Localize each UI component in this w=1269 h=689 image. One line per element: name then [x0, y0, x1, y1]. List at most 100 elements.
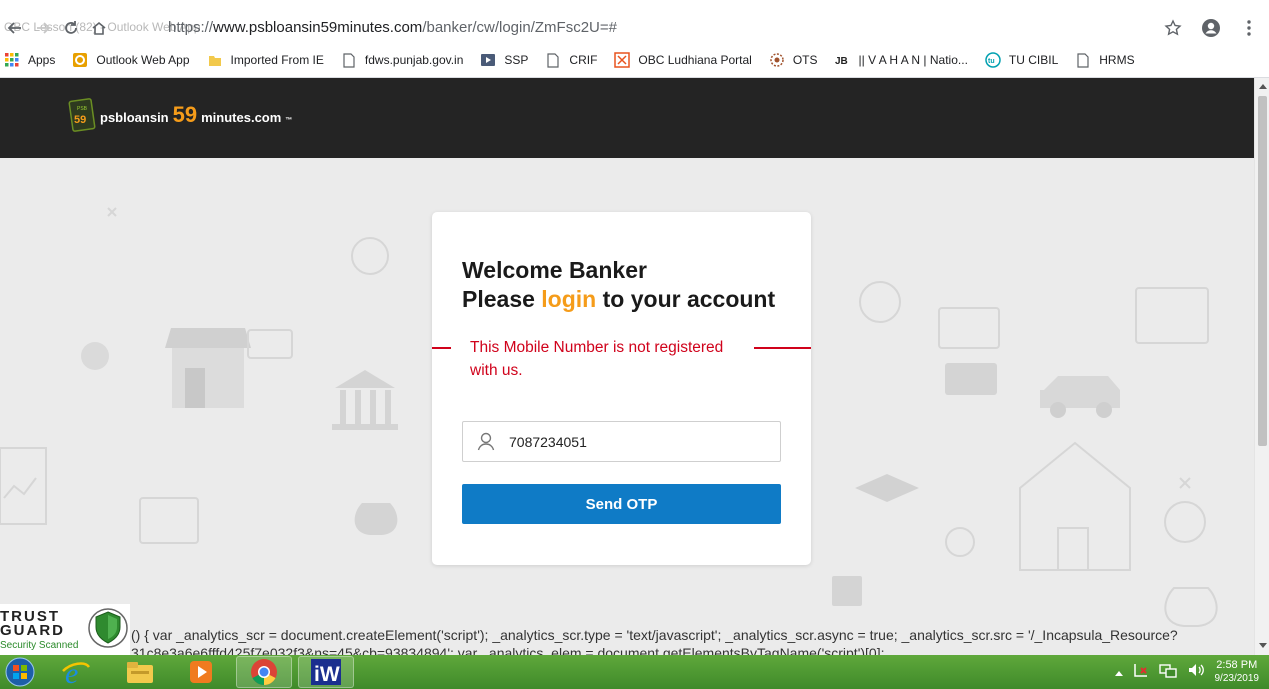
action-center-icon[interactable]	[1133, 662, 1149, 683]
url-path: /banker/cw/login/ZmFsc2U=#	[422, 19, 617, 36]
bookmark-label: CRIF	[569, 53, 598, 67]
page-icon	[1075, 52, 1091, 68]
file-explorer-icon[interactable]	[112, 656, 168, 688]
bookmark-item-v-a-h-a-n-natio[interactable]: JB || V A H A N | Natio...	[835, 52, 968, 68]
bookmark-item-crif[interactable]: CRIF	[545, 52, 597, 68]
apps-grid-icon	[4, 52, 20, 68]
bookmark-label: || V A H A N | Natio...	[858, 53, 968, 67]
clock-date: 9/23/2019	[1214, 673, 1260, 684]
forward-icon[interactable]	[32, 17, 54, 39]
scroll-thumb[interactable]	[1258, 96, 1267, 446]
clock-time: 2:58 PM	[1216, 659, 1258, 671]
folder-icon	[207, 52, 223, 68]
logo-mark-psb: PSB	[77, 106, 88, 112]
url-domain: www.psbloansin59minutes.com	[213, 19, 423, 36]
mobile-number-field[interactable]	[462, 421, 781, 462]
tray-expand-icon[interactable]	[1114, 663, 1123, 681]
svg-text:JB: JB	[835, 56, 848, 67]
bookmark-item-ssp[interactable]: SSP	[480, 52, 528, 68]
trust-guard-line2: GUARD	[0, 622, 65, 639]
trust-guard-subtitle: Security Scanned	[0, 640, 79, 651]
bookmark-item-hrms[interactable]: HRMS	[1075, 52, 1135, 68]
address-bar-row: OBC Lesson (82) - Outlook Web App https:…	[0, 13, 1269, 43]
iw-app-icon[interactable]: iW	[298, 656, 354, 688]
script-leak-text: () { var _analytics_scr = document.creat…	[131, 626, 1178, 655]
bookmark-item-fdws-punjab-gov-in[interactable]: fdws.punjab.gov.in	[341, 52, 464, 68]
bookmark-label: Outlook Web App	[96, 53, 190, 67]
page-viewport: PSB 59 psbloansin 59 minutes.com ™ Welco…	[0, 78, 1254, 655]
bookmark-label: Apps	[28, 53, 56, 67]
url-prefix: https://	[168, 19, 214, 36]
bookmark-label: OBC Ludhiana Portal	[638, 53, 752, 67]
error-message: This Mobile Number is not registered wit…	[470, 339, 724, 379]
volume-icon[interactable]	[1187, 662, 1205, 683]
logo-prefix: psbloansin	[100, 110, 169, 125]
ssp-icon	[480, 52, 496, 68]
back-icon[interactable]	[4, 17, 26, 39]
reload-icon[interactable]	[60, 17, 82, 39]
mobile-number-input[interactable]	[509, 433, 759, 450]
store-illustration-icon	[165, 328, 251, 408]
bookmark-item-ots[interactable]: OTS	[769, 52, 818, 68]
profile-icon[interactable]	[1199, 16, 1223, 40]
page-icon	[341, 52, 357, 68]
cibil-icon: tu	[985, 52, 1001, 68]
bookmark-label: OTS	[792, 53, 818, 67]
logo-mark-icon: PSB 59	[68, 98, 96, 132]
logo-mark-59: 59	[74, 114, 86, 126]
menu-kebab-icon[interactable]	[1237, 16, 1261, 40]
error-divider-right	[754, 347, 811, 349]
bookmark-label: HRMS	[1099, 53, 1135, 67]
svg-text:tu: tu	[988, 58, 995, 65]
error-divider-left	[432, 347, 451, 349]
svg-text:e: e	[65, 657, 78, 687]
internet-explorer-icon[interactable]: e	[48, 656, 104, 688]
page-icon	[545, 52, 561, 68]
chrome-taskbar-icon[interactable]	[236, 656, 292, 688]
system-tray: 2:58 PM 9/23/2019	[1114, 658, 1260, 686]
bookmarks-bar: Apps Outlook Web App Imported From IE fdws.…	[0, 43, 1269, 78]
bookmark-item-outlook-web-app[interactable]: Outlook Web App	[72, 52, 190, 68]
home-icon[interactable]	[88, 17, 110, 39]
bank-illustration-icon	[332, 370, 398, 430]
logo-trademark: ™	[285, 117, 293, 124]
user-icon	[463, 422, 509, 461]
login-card: Welcome Banker Please login to your acco…	[432, 212, 811, 565]
bookmark-label: SSP	[504, 53, 529, 67]
bookmark-label: TU CIBIL	[1008, 53, 1059, 67]
logo-suffix: minutes.com	[201, 110, 282, 125]
bookmark-item-imported-from-ie[interactable]: Imported From IE	[207, 52, 324, 68]
media-player-icon[interactable]	[173, 656, 229, 688]
script-leak-line2: 31c8e3a6e6fffd425f7e032f3&ns=45&cb=93834…	[131, 645, 885, 655]
svg-text:iW: iW	[314, 663, 340, 686]
login-heading: Welcome Banker Please login to your acco…	[462, 256, 775, 314]
bookmark-item-apps[interactable]: Apps	[4, 52, 55, 68]
bookmark-star-icon[interactable]	[1161, 16, 1185, 40]
windows-taskbar: e iW 2:58 PM 9/23/2019	[0, 655, 1269, 689]
page-scrollbar[interactable]	[1254, 78, 1269, 655]
bookmark-label: fdws.punjab.gov.in	[364, 53, 464, 67]
start-button-icon[interactable]	[0, 656, 40, 688]
obc-icon	[614, 52, 631, 68]
bookmark-item-tu-cibil[interactable]: tu TU CIBIL	[985, 52, 1058, 68]
bookmark-label: Imported From IE	[230, 53, 324, 67]
tab-strip	[0, 0, 1269, 13]
taskbar-clock[interactable]: 2:58 PM 9/23/2019	[1215, 658, 1260, 686]
scroll-down-icon[interactable]	[1258, 641, 1267, 650]
send-otp-button[interactable]: Send OTP	[462, 484, 781, 524]
logo-number: 59	[172, 102, 198, 127]
trust-guard-badge[interactable]: TRUST GUARD Security Scanned	[0, 604, 130, 655]
vahan-icon: JB	[835, 52, 851, 68]
url-field[interactable]: https://www.psbloansin59minutes.com/bank…	[168, 19, 617, 36]
ots-icon	[769, 52, 785, 68]
outlook-icon	[72, 52, 88, 68]
shield-icon	[88, 608, 128, 648]
site-logo[interactable]: PSB 59 psbloansin 59 minutes.com ™	[68, 98, 292, 132]
site-header: PSB 59 psbloansin 59 minutes.com ™	[0, 78, 1254, 158]
login-subheading: Please login to your account	[462, 286, 776, 312]
welcome-text: Welcome Banker	[462, 257, 647, 283]
network-icon[interactable]	[1158, 662, 1177, 683]
login-accent-text: login	[541, 286, 597, 312]
bookmark-item-obc-ludhiana-portal[interactable]: OBC Ludhiana Portal	[614, 52, 752, 68]
scroll-up-icon[interactable]	[1258, 81, 1267, 90]
